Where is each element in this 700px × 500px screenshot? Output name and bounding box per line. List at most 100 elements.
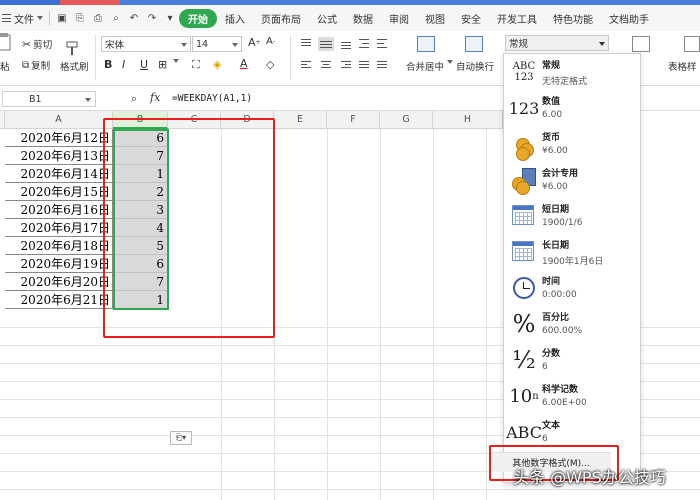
font-name-select[interactable]: 宋体 (101, 36, 191, 52)
tab-insert[interactable]: 插入 (217, 11, 253, 26)
merge-center-button[interactable]: 合并居中 (406, 59, 444, 73)
format-option-time[interactable]: 时间 0:00:00 (504, 270, 640, 306)
tab-review[interactable]: 审阅 (381, 11, 417, 26)
format-painter-label[interactable]: 格式刷 (60, 59, 89, 73)
cell-date[interactable]: 2020年6月12日 (5, 129, 113, 147)
cell-date[interactable]: 2020年6月21日 (5, 291, 113, 309)
format-option-sample: 600.00% (542, 326, 583, 336)
tab-doc-assistant[interactable]: 文档助手 (601, 11, 657, 26)
print-preview-icon[interactable]: ⌕ (110, 12, 122, 24)
tab-features[interactable]: 特色功能 (545, 11, 601, 26)
font-size-select[interactable]: 14 (192, 36, 242, 52)
underline-icon[interactable]: U (140, 58, 148, 71)
name-box-value: B1 (29, 93, 42, 105)
format-option-short-date[interactable]: 短日期 1900/1/6 (504, 198, 640, 234)
chevron-down-icon[interactable] (444, 60, 453, 64)
conditional-format-icon[interactable] (632, 36, 650, 52)
cell-date[interactable]: 2020年6月15日 (5, 183, 113, 201)
format-option-number[interactable]: 123 数值 6.00 (504, 90, 640, 126)
undo-icon[interactable]: ↶ (128, 12, 140, 24)
format-option-percentage[interactable]: % 百分比 600.00% (504, 306, 640, 342)
column-header[interactable]: G (380, 111, 433, 129)
chevron-down-icon[interactable] (170, 59, 179, 63)
print-icon[interactable]: ⎙ (92, 12, 104, 24)
font-shrink-icon[interactable]: A- (266, 36, 275, 47)
copy-button[interactable]: ⧉ 复制 (22, 58, 50, 73)
font-grow-icon[interactable]: A + (248, 36, 261, 49)
fill-color-icon[interactable]: ⛶ (192, 58, 200, 72)
tab-data[interactable]: 数据 (345, 11, 381, 26)
redo-icon[interactable]: ↷ (146, 12, 158, 24)
italic-icon[interactable]: I (122, 58, 125, 71)
column-header[interactable]: H (433, 111, 503, 129)
tab-home[interactable]: 开始 (179, 8, 217, 28)
column-header[interactable]: E (274, 111, 327, 129)
abc-123-icon: ABC 123 (512, 61, 536, 83)
format-option-text[interactable]: ABC 文本 6 (504, 414, 640, 450)
tab-developer[interactable]: 开发工具 (489, 11, 545, 26)
indent-increase-icon[interactable] (376, 39, 388, 49)
name-box[interactable]: B1 (2, 91, 96, 107)
column-header[interactable]: F (327, 111, 380, 129)
file-menu[interactable]: 文件 (0, 11, 46, 26)
font-color-icon[interactable]: A (240, 57, 248, 70)
export-pdf-icon[interactable]: ⎘ (74, 12, 86, 24)
tab-page-layout[interactable]: 页面布局 (253, 11, 309, 26)
grid-line (486, 129, 487, 500)
align-bottom-icon[interactable] (340, 39, 352, 49)
bold-icon[interactable]: B (104, 58, 112, 71)
table-style-button[interactable]: 表格样 (668, 59, 697, 73)
wrap-text-icon[interactable] (465, 36, 483, 52)
chevron-down-icon (599, 42, 605, 46)
column-header[interactable]: B (113, 111, 168, 129)
align-left-icon[interactable] (300, 61, 312, 71)
table-style-icon[interactable] (684, 36, 700, 52)
cut-button[interactable]: ✂ 剪切 (22, 37, 53, 52)
merge-cells-icon[interactable] (417, 36, 435, 52)
format-option-long-date[interactable]: 长日期 1900年1月6日 (504, 234, 640, 270)
cut-label: 剪切 (33, 40, 53, 51)
cell-date[interactable]: 2020年6月19日 (5, 255, 113, 273)
grid-line (433, 129, 434, 500)
zoom-icon[interactable]: ⌕ (131, 92, 137, 106)
formula-input[interactable]: =WEEKDAY(A1,1) (172, 93, 252, 104)
cell-date[interactable]: 2020年6月18日 (5, 237, 113, 255)
tab-formulas[interactable]: 公式 (309, 11, 345, 26)
format-option-general[interactable]: ABC 123 常规 无特定格式 (504, 54, 640, 90)
justify-icon[interactable] (358, 61, 370, 71)
paste-options-button[interactable]: ⎗▾ (170, 431, 192, 445)
number-format-select[interactable]: 常规 (505, 35, 609, 51)
cell-date[interactable]: 2020年6月16日 (5, 201, 113, 219)
highlight-icon[interactable]: ◈ (213, 58, 221, 71)
border-icon[interactable]: ⊞ (158, 58, 167, 71)
cell-date[interactable]: 2020年6月20日 (5, 273, 113, 291)
indent-decrease-icon[interactable] (358, 39, 370, 49)
tab-view[interactable]: 视图 (417, 11, 453, 26)
format-option-currency[interactable]: 货币 ¥6.00 (504, 126, 640, 162)
format-painter-icon[interactable] (64, 40, 84, 58)
wrap-text-button[interactable]: 自动换行 (456, 59, 494, 73)
column-header[interactable]: D (221, 111, 274, 129)
cell-date[interactable]: 2020年6月13日 (5, 147, 113, 165)
align-top-icon[interactable] (300, 39, 312, 49)
scientific-icon: 10 n (509, 385, 539, 407)
fraction-icon: ½ (512, 346, 536, 374)
paste-icon[interactable] (0, 33, 12, 51)
paste-button-label[interactable]: 粘 (0, 59, 10, 73)
customize-icon[interactable]: ▾ (164, 12, 176, 24)
cell-date[interactable]: 2020年6月14日 (5, 165, 113, 183)
save-icon[interactable]: ▣ (56, 12, 68, 24)
clear-format-icon[interactable]: ◇ (266, 58, 274, 71)
distributed-icon[interactable] (376, 61, 388, 71)
cell-date[interactable]: 2020年6月17日 (5, 219, 113, 237)
column-header[interactable]: C (168, 111, 221, 129)
column-header[interactable]: A (5, 111, 113, 129)
format-option-fraction[interactable]: ½ 分数 6 (504, 342, 640, 378)
format-option-accounting[interactable]: 会计专用 ¥6.00 (504, 162, 640, 198)
align-middle-icon[interactable] (318, 37, 334, 51)
tab-security[interactable]: 安全 (453, 11, 489, 26)
format-option-scientific[interactable]: 10 n 科学记数 6.00E+00 (504, 378, 640, 414)
align-right-icon[interactable] (340, 61, 352, 71)
fx-icon[interactable]: fx (150, 91, 160, 104)
align-center-icon[interactable] (320, 61, 332, 71)
